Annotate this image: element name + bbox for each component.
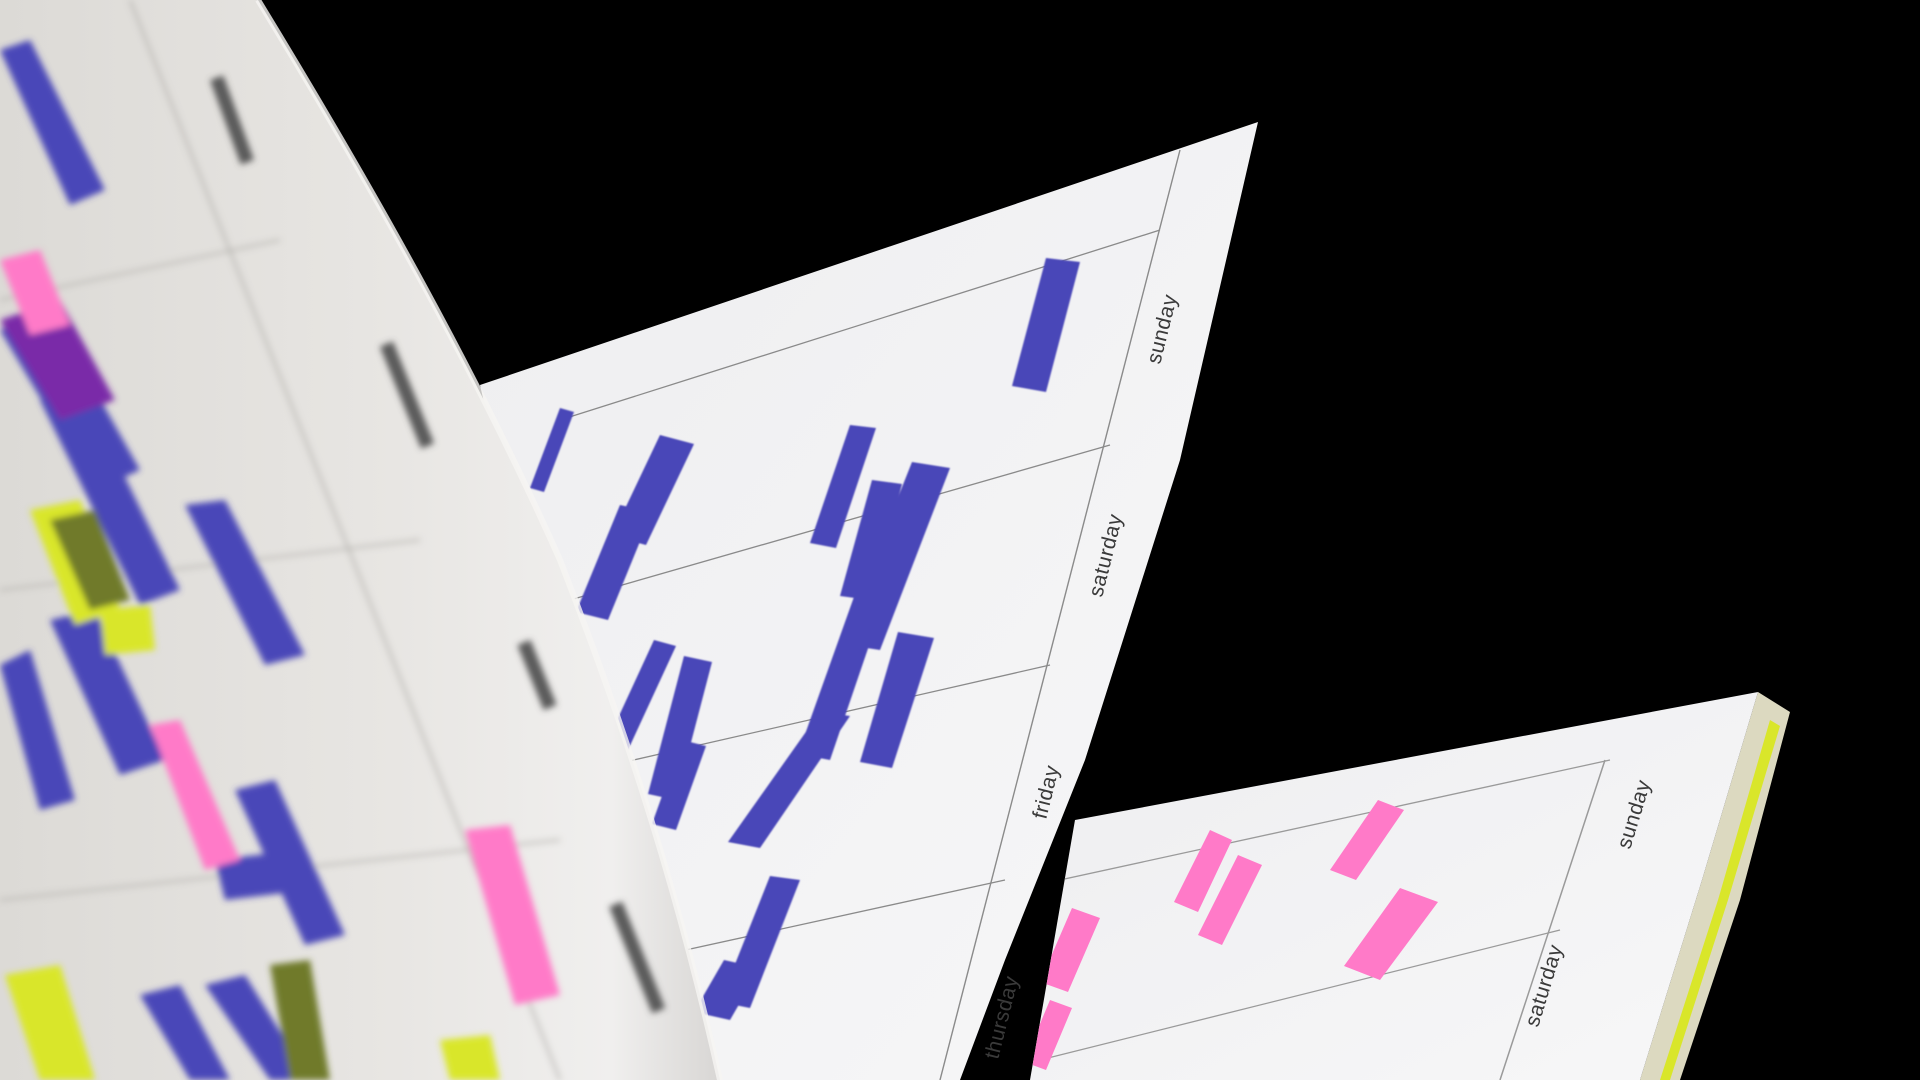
back-page-sheet bbox=[1030, 692, 1758, 1080]
yellow-block bbox=[100, 605, 155, 655]
yellow-block bbox=[440, 1035, 500, 1080]
photo-scene: sunday saturday sunday saturday friday t… bbox=[0, 0, 1790, 1080]
back-page: sunday saturday bbox=[1030, 692, 1790, 1080]
